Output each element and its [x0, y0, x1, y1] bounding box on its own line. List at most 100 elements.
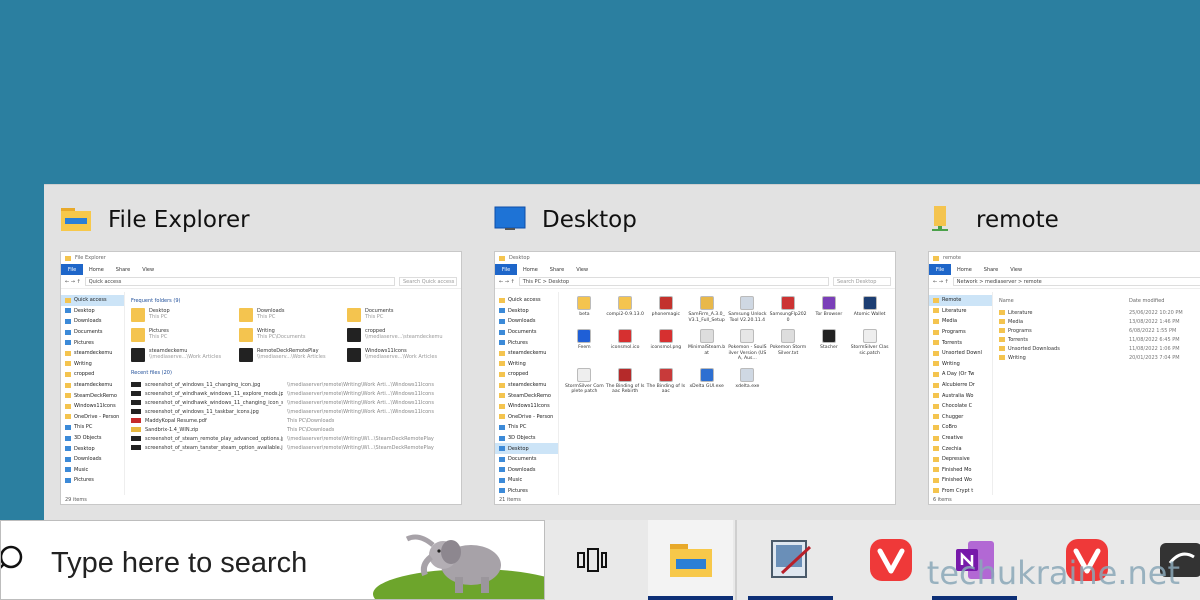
frequent-folder[interactable]: Downloads This PC: [239, 308, 347, 322]
nav-item[interactable]: Depressive: [929, 454, 992, 465]
desktop-item[interactable]: Pokemon Storm Silver.txt: [769, 329, 808, 362]
nav-item[interactable]: steamdeckemu: [61, 348, 124, 359]
nav-item[interactable]: Downloads: [495, 316, 558, 327]
window-card-desktop[interactable]: Desktop Desktop File Home Share View ← →…: [478, 185, 912, 520]
desktop-item[interactable]: Tor Browser: [810, 296, 849, 323]
nav-item[interactable]: cropped: [495, 369, 558, 380]
nav-item[interactable]: Downloads: [495, 465, 558, 476]
nav-item[interactable]: Remote: [929, 295, 992, 306]
recent-file-row[interactable]: screenshot_of_windhawk_windows_11_explor…: [131, 389, 455, 398]
window-card-file-explorer[interactable]: File Explorer File Explorer File Home Sh…: [44, 185, 478, 520]
frequent-folder[interactable]: Documents This PC: [347, 308, 455, 322]
nav-item[interactable]: steamdeckemu: [61, 380, 124, 391]
desktop-item[interactable]: Samsung Unlock Tool V2.20.11.4: [728, 296, 767, 323]
window-thumbnail[interactable]: Desktop File Home Share View ← → ↑ This …: [494, 251, 896, 505]
desktop-item[interactable]: Stacher: [810, 329, 849, 362]
folder-row[interactable]: Torrents 11/08/2022 6:45 PM: [999, 335, 1200, 344]
recent-file-row[interactable]: screenshot_of_steam_tanster_steam_option…: [131, 443, 455, 452]
frequent-folder[interactable]: Pictures This PC: [131, 328, 239, 342]
task-view-button[interactable]: [549, 520, 634, 600]
nav-item[interactable]: Alcubierre Dr: [929, 380, 992, 391]
nav-item[interactable]: A Day (Or Tw: [929, 369, 992, 380]
desktop-item[interactable]: StormSilver Complete patch: [565, 367, 604, 395]
taskbar-vivaldi-1[interactable]: [848, 520, 933, 600]
folder-row[interactable]: Writing 20/01/2023 7:04 PM: [999, 353, 1200, 362]
desktop-item[interactable]: iconsmol.png: [647, 329, 686, 362]
nav-item[interactable]: Programs: [929, 327, 992, 338]
frequent-folder[interactable]: Windows11Icons \\mediaserve...\Work Artic…: [347, 348, 455, 362]
nav-item[interactable]: Desktop: [495, 306, 558, 317]
recent-file-row[interactable]: screenshot_of_windows_11_taskbar_icons.j…: [131, 407, 455, 416]
desktop-item[interactable]: MinimalSteam.bat: [687, 329, 726, 362]
nav-item[interactable]: Writing: [929, 359, 992, 370]
desktop-item[interactable]: Atomic Wallet: [850, 296, 889, 323]
recent-file-row[interactable]: MaddyKopal Resume.pdf This PC\Downloads: [131, 416, 455, 425]
folder-row[interactable]: Programs 6/08/2022 1:55 PM: [999, 326, 1200, 335]
nav-item[interactable]: OneDrive - Person: [495, 412, 558, 423]
search-box[interactable]: Type here to search: [0, 520, 545, 600]
frequent-folder[interactable]: cropped \\mediaserve...\steamdeckemu: [347, 328, 455, 342]
nav-item[interactable]: Desktop: [495, 443, 558, 454]
nav-item[interactable]: steamdeckemu: [495, 348, 558, 359]
desktop-item[interactable]: The Binding of Isaac Rebirth: [606, 367, 645, 395]
desktop-item[interactable]: SamFirm_A.3.0_V3.1_Full_Setup: [687, 296, 726, 323]
recent-file-row[interactable]: screenshot_of_windhawk_windows_11_changi…: [131, 398, 455, 407]
nav-item[interactable]: Literature: [929, 306, 992, 317]
nav-item[interactable]: Downloads: [61, 316, 124, 327]
recent-file-row[interactable]: screenshot_of_windows_11_changing_icon.j…: [131, 380, 455, 389]
nav-item[interactable]: Finished Mo: [929, 465, 992, 476]
nav-item[interactable]: steamdeckemu: [495, 380, 558, 391]
nav-item[interactable]: 3D Objects: [495, 433, 558, 444]
window-thumbnail[interactable]: File Explorer File Home Share View ← → ↑…: [60, 251, 462, 505]
nav-item[interactable]: OneDrive - Person: [61, 412, 124, 423]
desktop-item[interactable]: Pokemon - SoulSilver Version (USA, Aus..…: [728, 329, 767, 362]
nav-item[interactable]: Writing: [61, 359, 124, 370]
nav-item[interactable]: Pictures: [61, 475, 124, 486]
window-card-remote[interactable]: remote remote File Home Share View ← → ↑…: [912, 185, 1200, 520]
nav-item[interactable]: Quick access: [495, 295, 558, 306]
nav-item[interactable]: Documents: [61, 327, 124, 338]
nav-item[interactable]: Quick access: [61, 295, 124, 306]
nav-item[interactable]: Pictures: [495, 337, 558, 348]
nav-item[interactable]: Downloads: [61, 454, 124, 465]
desktop-item[interactable]: xDelta GUI.exe: [687, 367, 726, 395]
desktop-item[interactable]: The Binding of Isaac: [647, 367, 686, 395]
nav-item[interactable]: CoBro: [929, 422, 992, 433]
nav-item[interactable]: Czechia: [929, 443, 992, 454]
window-thumbnail[interactable]: remote File Home Share View ← → ↑ Networ…: [928, 251, 1200, 505]
desktop-item[interactable]: SamsungFlp2020: [769, 296, 808, 323]
nav-item[interactable]: This PC: [495, 422, 558, 433]
nav-item[interactable]: 3D Objects: [61, 433, 124, 444]
nav-item[interactable]: Desktop: [61, 306, 124, 317]
frequent-folder[interactable]: Writing This PC\Documents: [239, 328, 347, 342]
folder-row[interactable]: Media 13/08/2022 1:46 PM: [999, 317, 1200, 326]
recent-file-row[interactable]: screenshot_of_steam_remote_play_advanced…: [131, 434, 455, 443]
nav-item[interactable]: Windows11Icons: [495, 401, 558, 412]
folder-row[interactable]: Literature 25/06/2022 10:20 PM: [999, 308, 1200, 317]
desktop-item[interactable]: phonemagic: [647, 296, 686, 323]
nav-item[interactable]: Chocolate C: [929, 401, 992, 412]
desktop-item[interactable]: beta: [565, 296, 604, 323]
nav-item[interactable]: Desktop: [61, 443, 124, 454]
nav-item[interactable]: Media: [929, 316, 992, 327]
folder-row[interactable]: Unsorted Downloads 11/08/2022 1:06 PM: [999, 344, 1200, 353]
nav-item[interactable]: Documents: [495, 454, 558, 465]
nav-item[interactable]: SteamDeckRemo: [61, 390, 124, 401]
nav-item[interactable]: Australia Wo: [929, 390, 992, 401]
nav-item[interactable]: This PC: [61, 422, 124, 433]
desktop-item[interactable]: Feem: [565, 329, 604, 362]
desktop-item[interactable]: StormSilver Classic.patch: [850, 329, 889, 362]
nav-item[interactable]: SteamDeckRemo: [495, 390, 558, 401]
nav-item[interactable]: Documents: [495, 327, 558, 338]
nav-item[interactable]: Writing: [495, 359, 558, 370]
desktop-item[interactable]: iconsmol.ico: [606, 329, 645, 362]
desktop-item[interactable]: xdelta.exe: [728, 367, 767, 395]
nav-item[interactable]: Torrents: [929, 337, 992, 348]
nav-item[interactable]: Windows11Icons: [61, 401, 124, 412]
desktop-item[interactable]: compi2-0.9.13.0: [606, 296, 645, 323]
nav-item[interactable]: Pictures: [61, 337, 124, 348]
nav-item[interactable]: Creative: [929, 433, 992, 444]
nav-item[interactable]: cropped: [61, 369, 124, 380]
nav-item[interactable]: Chugger: [929, 412, 992, 423]
frequent-folder[interactable]: Desktop This PC: [131, 308, 239, 322]
